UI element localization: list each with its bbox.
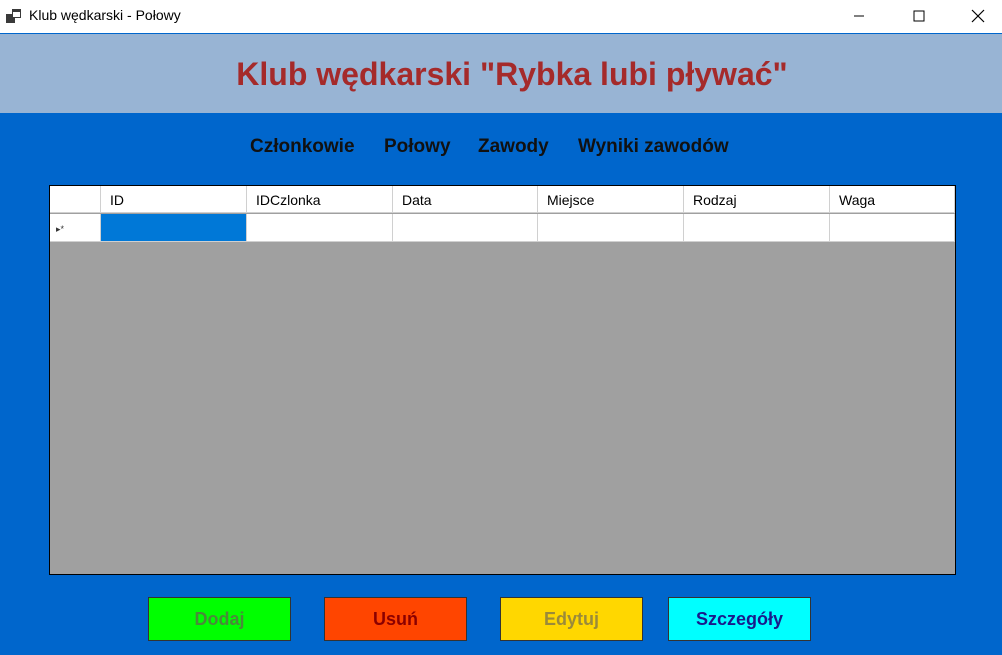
table-row-new[interactable]: ▸* — [50, 214, 955, 242]
grid-header-row: ID IDCzlonka Data Miejsce Rodzaj Waga — [50, 186, 955, 213]
column-header-waga[interactable]: Waga — [830, 186, 955, 213]
header-banner: Klub wędkarski "Rybka lubi pływać" — [0, 34, 1002, 113]
close-icon — [971, 9, 985, 22]
cell-waga[interactable] — [830, 214, 955, 242]
details-button[interactable]: Szczegóły — [668, 597, 811, 641]
column-header-idczlonka[interactable]: IDCzlonka — [247, 186, 393, 213]
title-bar: Klub wędkarski - Połowy — [0, 0, 1002, 33]
data-grid[interactable]: ID IDCzlonka Data Miejsce Rodzaj Waga ▸* — [49, 185, 956, 575]
add-button[interactable]: Dodaj — [148, 597, 291, 641]
cell-rodzaj[interactable] — [684, 214, 830, 242]
menu-item-czlonkowie[interactable]: Członkowie — [250, 136, 355, 158]
grid-corner-cell[interactable] — [50, 186, 101, 213]
cell-data[interactable] — [393, 214, 538, 242]
app-window-icon — [6, 9, 21, 23]
menu-item-zawody[interactable]: Zawody — [478, 136, 549, 158]
page-title: Klub wędkarski "Rybka lubi pływać" — [236, 56, 788, 92]
row-header-cell[interactable]: ▸* — [50, 214, 101, 242]
maximize-icon — [913, 10, 925, 21]
minimize-icon — [854, 15, 864, 16]
minimize-button[interactable] — [836, 0, 882, 31]
column-header-data[interactable]: Data — [393, 186, 538, 213]
column-header-rodzaj[interactable]: Rodzaj — [684, 186, 830, 213]
column-header-id[interactable]: ID — [101, 186, 247, 213]
edit-button[interactable]: Edytuj — [500, 597, 643, 641]
app-window: Klub wędkarski - Połowy Klub wędkarski "… — [0, 0, 1002, 655]
delete-button[interactable]: Usuń — [324, 597, 467, 641]
menu-item-wyniki-zawodow[interactable]: Wyniki zawodów — [578, 136, 729, 158]
menu-item-polowy[interactable]: Połowy — [384, 136, 451, 158]
maximize-button[interactable] — [896, 0, 942, 31]
window-title: Klub wędkarski - Połowy — [29, 7, 181, 23]
column-header-miejsce[interactable]: Miejsce — [538, 186, 684, 213]
cell-miejsce[interactable] — [538, 214, 684, 242]
close-button[interactable] — [955, 0, 1001, 31]
cell-id[interactable] — [101, 214, 247, 242]
cell-idczlonka[interactable] — [247, 214, 393, 242]
new-row-indicator-icon: ▸* — [56, 224, 65, 234]
